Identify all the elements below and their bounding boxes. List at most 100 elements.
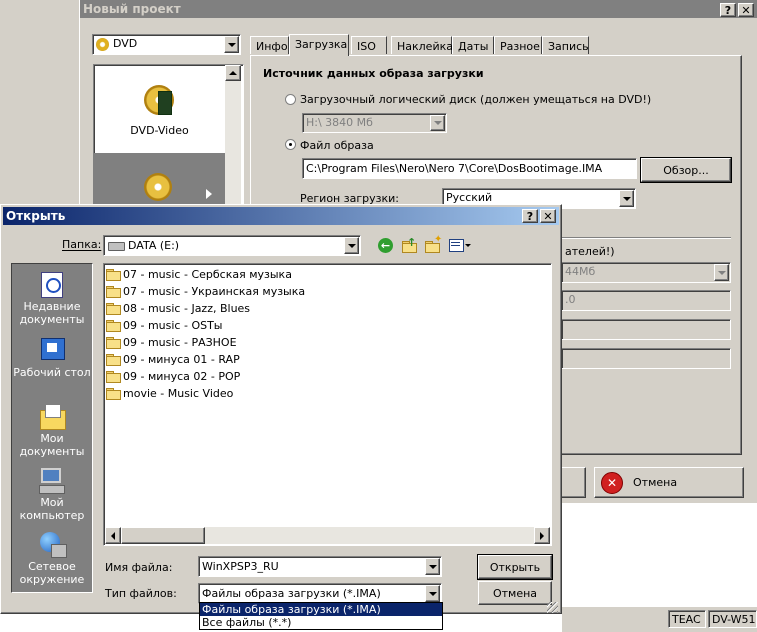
- radio-image-file[interactable]: [285, 139, 296, 150]
- file-list-rows: 07 - music - Сербская музыка 07 - music -…: [106, 266, 546, 402]
- place-desktop[interactable]: Рабочий стол: [12, 336, 92, 379]
- radio-image-file-label: Файл образа: [300, 139, 374, 152]
- dvd-disc-icon: [96, 38, 109, 51]
- place-network[interactable]: Сетевое окружение: [12, 530, 92, 586]
- nero-help-button[interactable]: ?: [720, 3, 736, 17]
- place-desktop-label: Рабочий стол: [13, 366, 91, 379]
- network-icon: [37, 530, 67, 558]
- nero-cancel-button[interactable]: ✕ Отмена: [594, 467, 744, 498]
- boot-region-select-arrow[interactable]: [619, 190, 634, 207]
- file-list-item-label: 09 - минуса 01 - RAP: [123, 353, 240, 366]
- open-file-dialog: Открыть ? ✕ Папка: DATA (E:) ← ↑ ✦ Недав…: [0, 204, 562, 614]
- filename-dropdown-arrow[interactable]: [425, 558, 440, 575]
- tab-label[interactable]: Наклейка: [391, 36, 453, 54]
- filename-value: WinXPSP3_RU: [202, 560, 279, 573]
- place-my-documents-label: Мои документы: [19, 432, 85, 458]
- partial-field-2: [561, 319, 731, 340]
- folder-icon: [106, 337, 121, 349]
- drive-icon: [108, 242, 125, 251]
- size-grip[interactable]: [547, 602, 558, 613]
- nero-hidden-button[interactable]: [560, 467, 586, 498]
- boot-disk-select-value: H:\ 3840 Мб: [306, 116, 373, 129]
- radio-boot-disk[interactable]: [285, 94, 296, 105]
- tab-boot[interactable]: Загрузка: [289, 34, 349, 56]
- browse-button[interactable]: Обзор...: [640, 157, 732, 183]
- file-list-item-label: 09 - минуса 02 - POP: [123, 370, 241, 383]
- file-list-item-label: 09 - music - OSTы: [123, 319, 223, 332]
- partial-warning-text: ателей!): [565, 245, 615, 258]
- arrow-right-icon: [206, 189, 212, 199]
- hscroll-right-button[interactable]: [534, 527, 550, 544]
- boot-source-title: Источник данных образа загрузки: [263, 67, 484, 80]
- tab-burn[interactable]: Запись: [542, 36, 589, 54]
- place-recent-documents[interactable]: Недавние документы: [12, 270, 92, 326]
- project-item-label: DVD-Video: [130, 124, 189, 137]
- place-my-computer[interactable]: Мой компьютер: [12, 466, 92, 522]
- filetype-dropdown-list: Файлы образа загрузки (*.IMA) Все файлы …: [199, 602, 443, 630]
- disc-type-dropdown[interactable]: DVD: [92, 34, 241, 55]
- dialog-close-button[interactable]: ✕: [540, 209, 556, 223]
- dialog-title-bar: Открыть: [3, 207, 559, 225]
- partial-field-3: [561, 348, 731, 369]
- boot-region-value: Русский: [446, 191, 493, 204]
- folder-dropdown[interactable]: DATA (E:): [103, 235, 361, 256]
- folder-icon: [106, 371, 121, 383]
- place-my-documents[interactable]: Мои документы: [12, 402, 92, 458]
- desktop-icon: [37, 336, 67, 364]
- file-list-item[interactable]: 09 - минуса 01 - RAP: [106, 351, 546, 368]
- folder-icon: [106, 320, 121, 332]
- back-icon[interactable]: ←: [378, 238, 393, 253]
- boot-disk-select-arrow: [430, 115, 445, 131]
- hscroll-thumb[interactable]: [121, 527, 205, 544]
- disc-type-dropdown-arrow[interactable]: [224, 36, 239, 53]
- place-network-label: Сетевое окружение: [19, 560, 85, 586]
- nero-window-title: Новый проект: [83, 2, 181, 16]
- cancel-x-icon: ✕: [601, 471, 623, 494]
- file-list-hscroll[interactable]: [105, 527, 550, 544]
- folder-icon: [106, 269, 121, 281]
- project-type-list: DVD-Video: [93, 64, 244, 226]
- file-list-item-label: 07 - music - Украинская музыка: [123, 285, 306, 298]
- place-my-computer-label: Мой компьютер: [19, 496, 85, 522]
- file-list-item[interactable]: 07 - music - Сербская музыка: [106, 266, 546, 283]
- folder-dropdown-arrow[interactable]: [344, 237, 359, 254]
- project-item-dvd-video[interactable]: DVD-Video: [94, 65, 225, 153]
- open-button[interactable]: Открыть: [477, 554, 553, 580]
- file-list-item[interactable]: 09 - music - OSTы: [106, 317, 546, 334]
- tab-dates[interactable]: Даты: [452, 36, 494, 54]
- nero-cancel-label: Отмена: [633, 476, 678, 489]
- file-list-item-label: 08 - music - Jazz, Blues: [123, 302, 251, 315]
- image-file-path-input[interactable]: C:\Program Files\Nero\Nero 7\Core\DosBoo…: [302, 158, 637, 179]
- file-list-item[interactable]: 08 - music - Jazz, Blues: [106, 300, 546, 317]
- file-list-item[interactable]: 07 - music - Украинская музыка: [106, 283, 546, 300]
- recent-documents-icon: [37, 270, 67, 298]
- project-list-scroll-up[interactable]: [225, 65, 241, 81]
- tab-iso[interactable]: ISO: [351, 36, 387, 54]
- view-menu-icon[interactable]: [449, 239, 471, 253]
- dialog-title: Открыть: [6, 209, 66, 223]
- file-list-item-label: 09 - music - РАЗНОЕ: [123, 336, 237, 349]
- status-bar: TEAC DV-W516: [562, 606, 757, 632]
- dialog-cancel-button[interactable]: Отмена: [478, 581, 552, 605]
- file-list-item[interactable]: 09 - music - РАЗНОЕ: [106, 334, 546, 351]
- disc-type-value: DVD: [113, 37, 138, 50]
- file-list-item[interactable]: 09 - минуса 02 - POP: [106, 368, 546, 385]
- up-folder-icon[interactable]: ↑: [402, 236, 418, 253]
- dialog-help-button[interactable]: ?: [522, 209, 538, 223]
- status-drive-name: DV-W516: [708, 610, 757, 628]
- boot-disk-select: H:\ 3840 Мб: [302, 113, 447, 133]
- place-recent-documents-label: Недавние документы: [19, 300, 85, 326]
- tab-strip: Инфо Загрузка ISO Наклейка Даты Разное З…: [250, 34, 750, 56]
- nero-close-button[interactable]: ✕: [738, 3, 754, 17]
- filetype-option-all[interactable]: Все файлы (*.*): [200, 616, 442, 629]
- filetype-option-ima[interactable]: Файлы образа загрузки (*.IMA): [200, 603, 442, 616]
- status-device-name: TEAC: [668, 610, 706, 628]
- tab-info[interactable]: Инфо: [250, 36, 289, 54]
- filetype-select-arrow[interactable]: [425, 585, 440, 602]
- hscroll-left-button[interactable]: [105, 527, 121, 544]
- filetype-select[interactable]: Файлы образа загрузки (*.IMA): [198, 583, 442, 604]
- new-folder-icon[interactable]: ✦: [425, 234, 442, 254]
- filename-input[interactable]: WinXPSP3_RU: [198, 556, 442, 577]
- tab-misc[interactable]: Разное: [494, 36, 542, 54]
- file-list-item[interactable]: movie - Music Video: [106, 385, 546, 402]
